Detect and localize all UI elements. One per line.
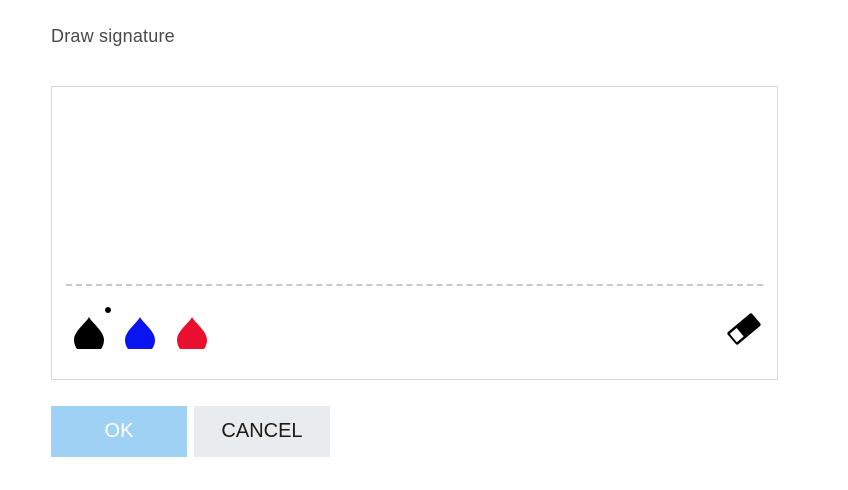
eraser-icon (727, 313, 761, 345)
selected-indicator (105, 307, 111, 313)
ink-drop-icon (125, 317, 155, 349)
signature-drawing-area[interactable] (52, 87, 777, 283)
signature-baseline (66, 284, 763, 286)
ink-drop-icon (74, 317, 104, 349)
dialog-title: Draw signature (51, 26, 175, 46)
ink-drop-icon (177, 317, 207, 349)
cancel-button[interactable]: CANCEL (194, 406, 330, 457)
pen-color-red[interactable] (175, 309, 211, 349)
pen-color-black[interactable] (72, 307, 111, 349)
pen-color-blue[interactable] (123, 309, 159, 349)
signature-pad (51, 86, 778, 380)
eraser-button[interactable] (722, 311, 766, 347)
ok-button[interactable]: OK (51, 406, 187, 457)
